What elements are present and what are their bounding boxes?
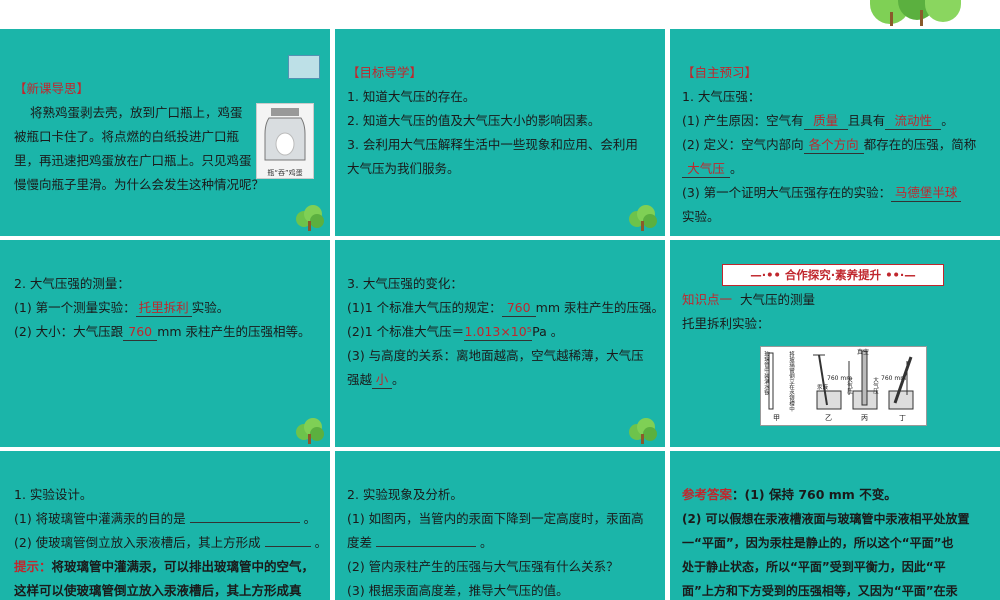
- text-line: 3. 大气压强的变化：: [347, 276, 463, 291]
- slide-3: 【自主预习】 1. 大气压强： (1) 产生原因：空气有 质量 且具有 流动性。 (2…: [670, 29, 1000, 236]
- tree-icon: [294, 418, 324, 444]
- fig-label: 真空: [857, 349, 870, 356]
- slide-7: 1. 实验设计。 (1) 将玻璃管中灌满汞的目的是 。 (2) 使玻璃管倒立放入…: [0, 451, 330, 600]
- text-line: 2. 大气压强的测量：: [14, 276, 130, 291]
- photo-caption: 瓶“吞”鸡蛋: [267, 169, 303, 177]
- section-title: 【目标导学】: [347, 65, 423, 80]
- fig-label: 丁: [899, 414, 906, 422]
- text-line: 大气压为我们服务。: [347, 161, 460, 176]
- answer-line: 处于静止状态，所以“平面”受到平衡力，因此“平: [682, 560, 946, 574]
- answer-blank: 托里拆利: [135, 300, 192, 317]
- text-line: (1) 产生原因：空气有 质量 且具有 流动性。: [682, 113, 954, 130]
- answer-blank: [376, 546, 476, 547]
- text-line: 实验。: [682, 209, 720, 224]
- answer-line: 参考答案：(1) 保持 760 mm 不变。: [682, 487, 897, 502]
- text-line: 度差 。: [347, 535, 493, 550]
- section-title: 【自主预习】: [682, 65, 758, 80]
- answer-line: 一“平面”，因为汞柱是静止的，所以这个“平面”也: [682, 536, 954, 550]
- header-tree-decoration: [870, 0, 970, 26]
- answer-blank: 760: [501, 300, 536, 317]
- slide-2: 【目标导学】 1. 知道大气压的存在。 2. 知道大气压的值及大气压大小的影响因…: [335, 29, 665, 236]
- text-line: (1) 将玻璃管中灌满汞的目的是 。: [14, 511, 317, 526]
- answer-blank: 各个方向: [803, 137, 864, 154]
- text-line: 2. 实验现象及分析。: [347, 487, 463, 502]
- text-line: (2) 管内汞柱产生的压强与大气压强有什么关系？: [347, 559, 619, 574]
- answer-blank: [264, 546, 311, 547]
- fig-label: 甲: [773, 414, 780, 422]
- section-banner: —·•• 合作探究·素养提升 ••·—: [722, 264, 944, 286]
- text-line: (3) 第一个证明大气压强存在的实验： 马德堡半球: [682, 185, 962, 202]
- text-line: (3) 与高度的关系：离地面越高，空气越稀薄，大气压: [347, 348, 644, 363]
- answer-blank: [189, 522, 300, 523]
- tip-line: 这样可以使玻璃管倒立放入汞液槽后，其上方形成真: [14, 583, 302, 598]
- answer-blank: 质量: [803, 113, 848, 130]
- slide-4: 2. 大气压强的测量： (1) 第一个测量实验： 托里拆利 实验。 (2) 大小：大…: [0, 240, 330, 447]
- tree-icon: [294, 205, 324, 231]
- torricelli-figure: 玻璃管中装满水银 将玻璃管倒立在水银槽中 真空 760 mm 760 mm 大气…: [760, 346, 927, 426]
- answer-line: (2) 可以假想在汞液槽液面与玻璃管中汞液相平处放置: [682, 512, 970, 526]
- slide-1: 【新课导思】 将熟鸡蛋剥去壳，放到广口瓶上，鸡蛋 被瓶口卡住了。将点燃的白纸投进…: [0, 29, 330, 236]
- text-line: 托里拆利实验：: [682, 316, 770, 331]
- text-line: 1. 大气压强：: [682, 89, 761, 104]
- text-line: 1. 实验设计。: [14, 487, 93, 502]
- text-line: (2) 定义：空气内部向 各个方向 都存在的压强，简称: [682, 137, 977, 154]
- answer-line: 面”上方和下方受到的压强相等，又因为“平面”在汞: [682, 584, 958, 598]
- answer-blank: 760: [123, 324, 158, 341]
- tree-icon: [627, 418, 657, 444]
- text-line: 强越小。: [347, 372, 405, 389]
- tree-icon: [627, 205, 657, 231]
- slide-6: —·•• 合作探究·素养提升 ••·— 知识点一 大气压的测量 托里拆利实验： …: [670, 240, 1000, 447]
- text-line: (2) 大小：大气压跟 760 mm 汞柱产生的压强相等。: [14, 324, 311, 341]
- slide-8: 2. 实验现象及分析。 (1) 如图丙，当管内的汞面下降到一定高度时，汞面高 度…: [335, 451, 665, 600]
- fig-vertical-label: 大气压: [846, 377, 852, 394]
- fig-label: 丙: [861, 414, 868, 422]
- answer-blank: 小: [372, 372, 393, 389]
- text-line: 大气压。: [682, 161, 743, 178]
- text-line: (2) 使玻璃管倒立放入汞液槽后，其上方形成 。: [14, 535, 328, 550]
- fig-vertical-label: 玻璃管中装满水银: [763, 351, 769, 395]
- fig-label: 760 mm: [881, 375, 907, 382]
- text-line: 将熟鸡蛋剥去壳，放到广口瓶上，鸡蛋: [30, 105, 243, 120]
- text-line: (1) 如图丙，当管内的汞面下降到一定高度时，汞面高: [347, 511, 644, 526]
- egg-bottle-photo: 瓶“吞”鸡蛋: [256, 103, 314, 179]
- tip-line: 提示：将玻璃管中灌满汞，可以排出玻璃管中的空气，: [14, 559, 315, 574]
- text-line: 被瓶口卡住了。将点燃的白纸投进广口瓶: [14, 129, 240, 144]
- fig-vertical-label: 将玻璃管倒立在水银槽中: [788, 351, 794, 412]
- fig-label: 乙: [825, 414, 832, 422]
- fig-label: 汞液: [817, 385, 829, 391]
- text-line: 慢慢向瓶子里滑。为什么会发生这种情况呢？: [14, 177, 265, 192]
- section-title: 【新课导思】: [14, 81, 90, 96]
- fig-vertical-label: 大气压: [872, 377, 878, 394]
- qr-stamp: [288, 55, 320, 79]
- answer-blank: 大气压: [682, 161, 730, 178]
- text-line: 1. 知道大气压的存在。: [347, 89, 476, 104]
- text-line: (2)1 个标准大气压＝1.013×10⁵Pa 。: [347, 324, 564, 341]
- text-line: 知识点一 大气压的测量: [682, 292, 815, 307]
- slide-5: 3. 大气压强的变化： (1)1 个标准大气压的规定： 760 mm 汞柱产生的压强…: [335, 240, 665, 447]
- answer-blank: 1.013×10⁵: [464, 324, 533, 341]
- text-line: 2. 知道大气压的值及大气压大小的影响因素。: [347, 113, 601, 128]
- text-line: (1)1 个标准大气压的规定： 760 mm 汞柱产生的压强。: [347, 300, 664, 317]
- answer-blank: 马德堡半球: [891, 185, 962, 202]
- answer-blank: 流动性: [885, 113, 942, 130]
- text-line: (3) 根据汞面高度差，推导大气压的值。: [347, 583, 569, 598]
- text-line: (1) 第一个测量实验： 托里拆利 实验。: [14, 300, 230, 317]
- text-line: 3. 会利用大气压解释生活中一些现象和应用、会利用: [347, 137, 638, 152]
- text-line: 里，再迅速把鸡蛋放在广口瓶上。只见鸡蛋: [14, 153, 252, 168]
- slide-9: 参考答案：(1) 保持 760 mm 不变。 (2) 可以假想在汞液槽液面与玻璃…: [670, 451, 1000, 600]
